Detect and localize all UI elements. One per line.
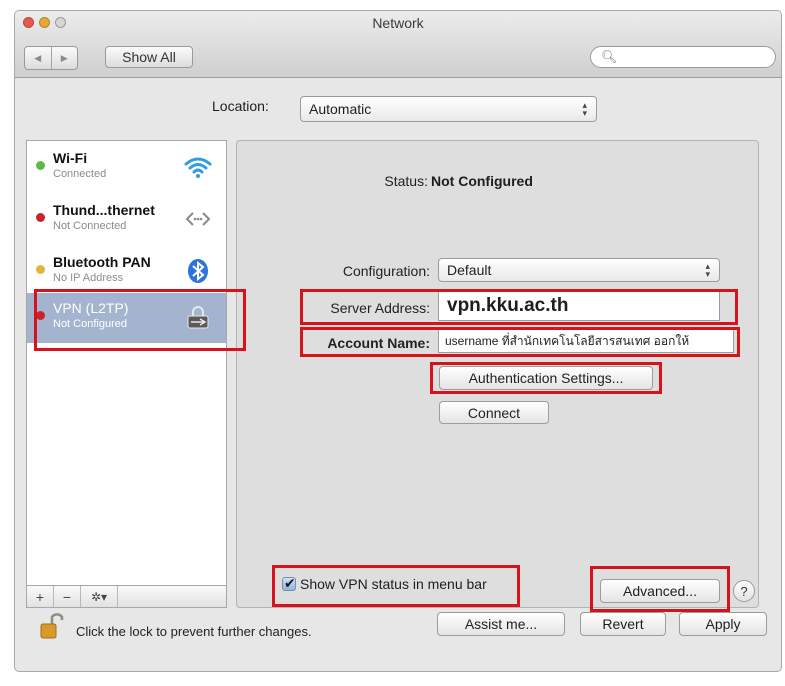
bluetooth-icon: [184, 257, 212, 285]
service-status: Not Configured: [53, 318, 127, 330]
lock-icon[interactable]: [40, 610, 64, 640]
assist-me-button[interactable]: Assist me...: [437, 612, 565, 636]
server-address-field[interactable]: vpn.kku.ac.th: [438, 291, 720, 321]
apply-button[interactable]: Apply: [679, 612, 767, 636]
help-button[interactable]: ?: [733, 580, 755, 602]
service-list-toolbar: + − ✲▾: [26, 586, 227, 608]
add-service-button[interactable]: +: [27, 586, 54, 607]
service-name: Wi-Fi: [53, 150, 88, 166]
remove-service-button[interactable]: −: [54, 586, 81, 607]
service-name: Bluetooth PAN: [53, 254, 151, 270]
authentication-settings-button[interactable]: Authentication Settings...: [439, 366, 653, 390]
forward-button[interactable]: ▶: [50, 47, 78, 69]
popup-arrows-icon: ▴ ▾: [705, 261, 710, 279]
configuration-value: Default: [447, 262, 492, 278]
vpn-lock-icon: [184, 303, 212, 331]
checkbox-checked-icon: [282, 575, 296, 592]
service-status: Connected: [53, 168, 107, 180]
status-label: Status:: [384, 173, 428, 189]
status-dot: [36, 311, 45, 320]
service-status: No IP Address: [53, 272, 124, 284]
lock-message: Click the lock to prevent further change…: [76, 624, 312, 639]
server-address-value: vpn.kku.ac.th: [447, 295, 569, 316]
show-all-button[interactable]: Show All: [105, 46, 193, 68]
show-vpn-status-checkbox[interactable]: Show VPN status in menu bar: [282, 575, 487, 592]
connect-button[interactable]: Connect: [439, 401, 549, 424]
wifi-icon: [184, 153, 212, 181]
window-title: Network: [372, 15, 424, 31]
service-name: Thund...thernet: [53, 202, 155, 218]
location-value: Automatic: [309, 101, 372, 117]
popup-arrows-icon: ▴ ▾: [582, 100, 587, 118]
status-dot: [36, 213, 45, 222]
back-forward-buttons: ◀ ▶: [24, 46, 78, 70]
advanced-button[interactable]: Advanced...: [600, 579, 720, 603]
location-label: Location:: [212, 98, 269, 114]
configuration-label: Configuration:: [342, 263, 430, 279]
ethernet-arrows-icon: [184, 205, 212, 233]
account-name-value: username ที่สำนักเทคโนโลยีสารสนเทศ ออกให…: [445, 333, 690, 348]
status-dot: [36, 161, 45, 170]
gear-menu-button[interactable]: ✲▾: [81, 586, 118, 607]
service-item-wifi[interactable]: Wi-Fi Connected: [27, 143, 226, 195]
location-popup[interactable]: Automatic ▴ ▾: [300, 96, 597, 122]
account-name-label: Account Name:: [327, 335, 430, 351]
status-value: Not Configured: [431, 173, 533, 189]
service-status: Not Connected: [53, 220, 127, 232]
service-item-vpn-l2tp[interactable]: VPN (L2TP) Not Configured: [27, 293, 226, 343]
service-name: VPN (L2TP): [53, 300, 129, 316]
search-icon: 🔍︎: [601, 49, 618, 64]
back-button[interactable]: ◀: [25, 47, 51, 69]
service-list: Wi-Fi Connected Thund...thernet Not Conn…: [26, 140, 227, 586]
show-vpn-status-label: Show VPN status in menu bar: [300, 576, 487, 592]
service-item-thunderbolt-ethernet[interactable]: Thund...thernet Not Connected: [27, 195, 226, 247]
status-dot: [36, 265, 45, 274]
service-item-bluetooth-pan[interactable]: Bluetooth PAN No IP Address: [27, 247, 226, 299]
search-field[interactable]: 🔍︎: [590, 46, 776, 68]
revert-button[interactable]: Revert: [580, 612, 666, 636]
configuration-popup[interactable]: Default ▴ ▾: [438, 258, 720, 282]
account-name-field[interactable]: username ที่สำนักเทคโนโลยีสารสนเทศ ออกให…: [438, 329, 734, 353]
server-address-label: Server Address:: [330, 300, 430, 316]
